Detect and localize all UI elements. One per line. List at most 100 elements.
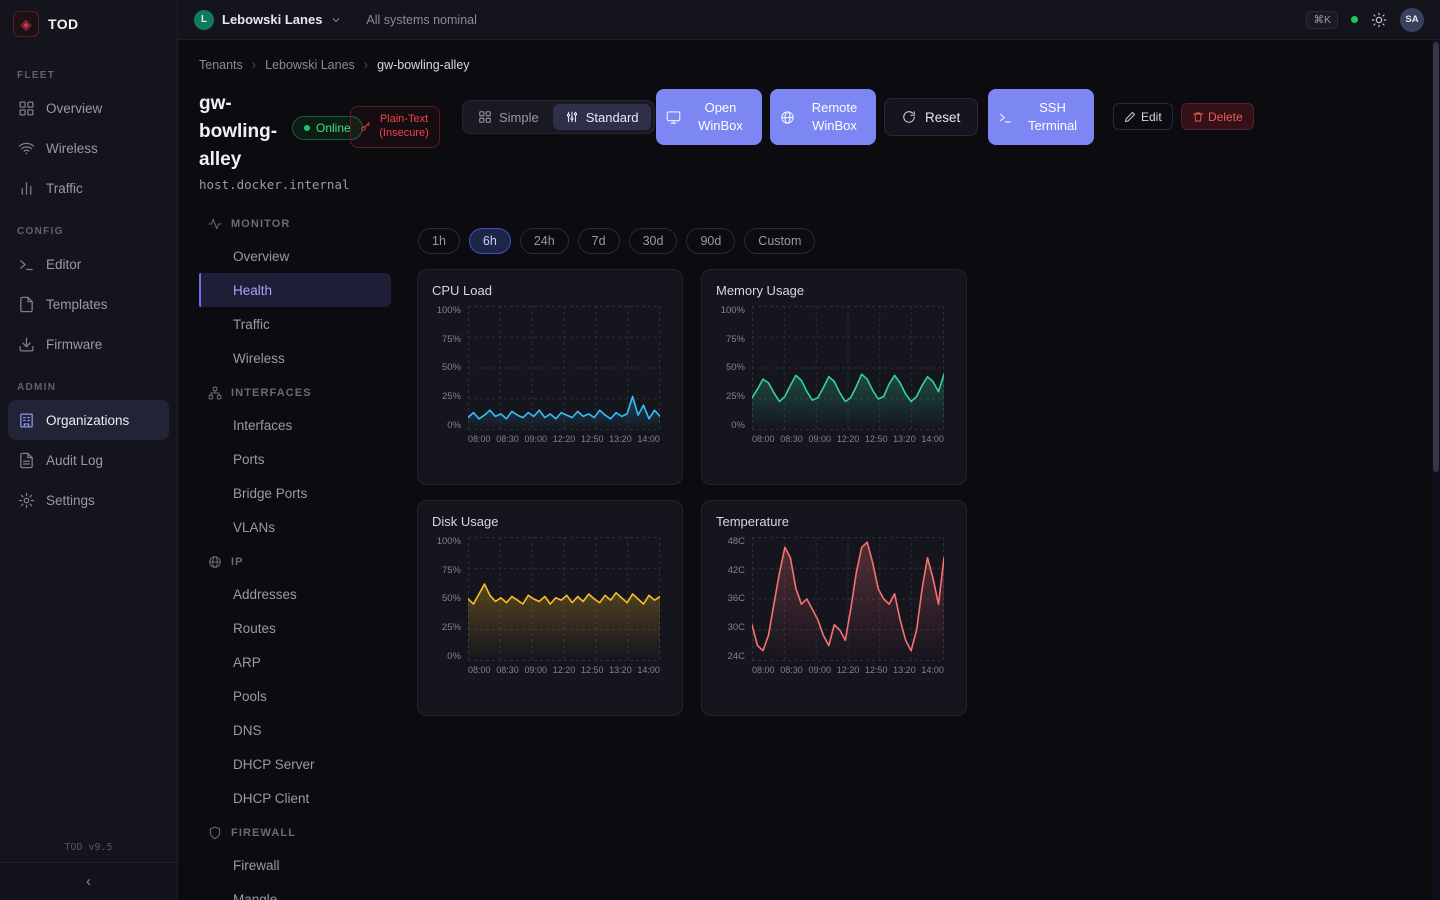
subnav-item-dns[interactable]: DNS: [199, 713, 391, 747]
subnav-section-ip: IP: [199, 547, 391, 577]
y-axis-labels: 100%75%50%25%0%: [432, 306, 468, 430]
subnav-section-label: MONITOR: [231, 218, 290, 230]
sidebar-item-firmware[interactable]: Firmware: [8, 324, 169, 364]
x-tick-label: 12:50: [581, 434, 604, 444]
y-axis-labels: 100%75%50%25%0%: [432, 537, 468, 661]
globe-icon: [208, 555, 222, 569]
mode-standard-option[interactable]: Standard: [553, 104, 651, 130]
sidebar-item-editor[interactable]: Editor: [8, 244, 169, 284]
subnav-item-dhcp-client[interactable]: DHCP Client: [199, 781, 391, 815]
time-range-90d[interactable]: 90d: [686, 228, 735, 254]
time-range-6h[interactable]: 6h: [469, 228, 511, 254]
app-logo[interactable]: ◈ TOD: [0, 0, 177, 48]
user-avatar[interactable]: SA: [1400, 8, 1424, 32]
x-axis-labels: 08:0008:3009:0012:2012:5013:2014:00: [468, 665, 660, 675]
sidebar-item-wireless[interactable]: Wireless: [8, 128, 169, 168]
sidebar-item-label: Firmware: [46, 337, 102, 352]
subnav-item-addresses[interactable]: Addresses: [199, 577, 391, 611]
chart-card-temperature: Temperature 48C42C36C30C24C 08:0008:3009…: [701, 500, 967, 716]
open-winbox-label: Open WinBox: [689, 99, 752, 134]
subnav-item-vlans[interactable]: VLANs: [199, 510, 391, 544]
subnav-item-wireless[interactable]: Wireless: [199, 341, 391, 375]
subnav-section-label: INTERFACES: [231, 387, 312, 399]
globe-icon: [780, 110, 795, 125]
chart-title: Temperature: [716, 514, 952, 529]
time-range-30d[interactable]: 30d: [629, 228, 678, 254]
y-tick-label: 100%: [437, 306, 461, 316]
x-tick-label: 08:30: [496, 434, 519, 444]
sidebar-item-organizations[interactable]: Organizations: [8, 400, 169, 440]
breadcrumb-gw-bowling-alley: gw-bowling-alley: [377, 58, 469, 72]
time-range-1h[interactable]: 1h: [418, 228, 460, 254]
device-host: host.docker.internal: [199, 177, 350, 192]
remote-winbox-button[interactable]: Remote WinBox: [770, 89, 876, 145]
insecure-badge: Plain-Text (Insecure): [350, 106, 440, 148]
subnav-item-traffic[interactable]: Traffic: [199, 307, 391, 341]
time-range-custom[interactable]: Custom: [744, 228, 815, 254]
y-tick-label: 50%: [726, 363, 745, 373]
ssh-terminal-button[interactable]: SSH Terminal: [988, 89, 1094, 145]
x-tick-label: 13:20: [893, 434, 916, 444]
status-badge-label: Online: [316, 121, 351, 135]
theme-toggle-sun-icon[interactable]: [1371, 12, 1387, 28]
mode-standard-label: Standard: [586, 110, 639, 125]
x-tick-label: 14:00: [921, 434, 944, 444]
y-tick-label: 0%: [447, 421, 461, 431]
sidebar-item-overview[interactable]: Overview: [8, 88, 169, 128]
subnav-item-firewall[interactable]: Firewall: [199, 848, 391, 882]
chart-card-disk-usage: Disk Usage 100%75%50%25%0% 08:0008:3009:…: [417, 500, 683, 716]
subnav-item-pools[interactable]: Pools: [199, 679, 391, 713]
remote-winbox-label: Remote WinBox: [803, 99, 866, 134]
time-range-24h[interactable]: 24h: [520, 228, 569, 254]
subnav-item-overview[interactable]: Overview: [199, 239, 391, 273]
terminal-icon: [18, 256, 35, 273]
x-tick-label: 08:00: [752, 665, 775, 675]
x-tick-label: 08:00: [468, 434, 491, 444]
subnav-item-mangle[interactable]: Mangle: [199, 882, 391, 900]
y-tick-label: 25%: [726, 392, 745, 402]
mode-simple-label: Simple: [499, 110, 539, 125]
activity-icon: [208, 217, 222, 231]
sidebar-item-templates[interactable]: Templates: [8, 284, 169, 324]
system-status-text: All systems nominal: [366, 13, 476, 27]
subnav-item-health[interactable]: Health: [199, 273, 391, 307]
breadcrumb-tenants[interactable]: Tenants: [199, 58, 243, 72]
subnav-item-arp[interactable]: ARP: [199, 645, 391, 679]
sidebar-item-label: Audit Log: [46, 453, 103, 468]
mode-simple-option[interactable]: Simple: [466, 104, 551, 130]
tenant-switcher[interactable]: L Lebowski Lanes: [194, 10, 342, 30]
open-winbox-button[interactable]: Open WinBox: [656, 89, 762, 145]
sidebar-item-label: Templates: [46, 297, 108, 312]
edit-button[interactable]: Edit: [1113, 103, 1173, 130]
sidebar-section-config: CONFIG: [17, 226, 160, 237]
network-icon: [208, 386, 222, 400]
subnav-item-dhcp-server[interactable]: DHCP Server: [199, 747, 391, 781]
chart-title: Memory Usage: [716, 283, 952, 298]
subnav-item-interfaces[interactable]: Interfaces: [199, 408, 391, 442]
delete-button[interactable]: Delete: [1181, 103, 1254, 130]
x-tick-label: 12:20: [553, 665, 576, 675]
sidebar-collapse-button[interactable]: ‹: [0, 862, 177, 900]
x-axis-labels: 08:0008:3009:0012:2012:5013:2014:00: [752, 665, 944, 675]
sidebar-item-traffic[interactable]: Traffic: [8, 168, 169, 208]
time-range-7d[interactable]: 7d: [578, 228, 620, 254]
scrollbar-thumb[interactable]: [1433, 42, 1439, 472]
device-subnav: MONITOR OverviewHealthTrafficWireless INTE…: [199, 206, 391, 900]
insecure-badge-label: Plain-Text (Insecure): [378, 113, 430, 141]
topbar: L Lebowski Lanes All systems nominal ⌘K …: [178, 0, 1440, 40]
breadcrumb-lebowski-lanes[interactable]: Lebowski Lanes: [265, 58, 355, 72]
page-scrollbar[interactable]: [1432, 40, 1440, 900]
command-palette-shortcut[interactable]: ⌘K: [1306, 11, 1338, 29]
sidebar-item-label: Traffic: [46, 181, 83, 196]
subnav-item-bridge-ports[interactable]: Bridge Ports: [199, 476, 391, 510]
sidebar-item-label: Settings: [46, 493, 95, 508]
sidebar-nav: FLEETOverviewWirelessTrafficCONFIGEditor…: [0, 48, 177, 833]
sidebar: ◈ TOD FLEETOverviewWirelessTrafficCONFIG…: [0, 0, 178, 900]
y-tick-label: 30C: [728, 623, 745, 633]
subnav-item-ports[interactable]: Ports: [199, 442, 391, 476]
sidebar-item-audit-log[interactable]: Audit Log: [8, 440, 169, 480]
x-tick-label: 13:20: [893, 665, 916, 675]
sidebar-item-settings[interactable]: Settings: [8, 480, 169, 520]
subnav-item-routes[interactable]: Routes: [199, 611, 391, 645]
reset-button[interactable]: Reset: [884, 98, 978, 136]
